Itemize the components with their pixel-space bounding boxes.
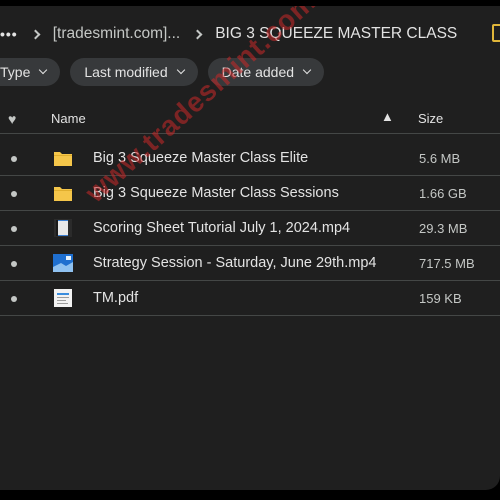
- filter-last-modified-label: Last modified: [84, 64, 168, 80]
- table-row[interactable]: Big 3 Squeeze Master Class Sessions 1.66…: [0, 176, 500, 211]
- heart-icon[interactable]: ♥: [8, 111, 16, 127]
- chevron-right-icon: [30, 29, 41, 39]
- chevron-down-icon: [39, 65, 48, 75]
- video-thumbnail-icon: [54, 219, 72, 237]
- breadcrumb: ••• [tradesmint.com]... BIG 3 SQUEEZE MA…: [0, 19, 500, 49]
- filter-date-added-label: Date added: [221, 64, 295, 80]
- table-row[interactable]: Big 3 Squeeze Master Class Elite 5.6 MB: [0, 141, 500, 176]
- file-browser-panel: ••• [tradesmint.com]... BIG 3 SQUEEZE MA…: [0, 6, 500, 490]
- breadcrumb-current[interactable]: BIG 3 SQUEEZE MASTER CLASS: [215, 25, 457, 43]
- folder-action-icon[interactable]: [492, 24, 500, 42]
- file-name: Scoring Sheet Tutorial July 1, 2024.mp4: [93, 220, 351, 236]
- folder-icon: [54, 187, 72, 201]
- filter-date-added-chip[interactable]: Date added: [207, 58, 325, 86]
- sort-ascending-icon[interactable]: ▲: [381, 109, 394, 124]
- bullet-icon: [11, 226, 17, 232]
- breadcrumb-parent[interactable]: [tradesmint.com]...: [53, 25, 180, 43]
- chevron-right-icon: [192, 29, 203, 39]
- file-size: 717.5 MB: [419, 256, 475, 271]
- bullet-icon: [11, 156, 17, 162]
- bullet-icon: [11, 191, 17, 197]
- table-row[interactable]: Strategy Session - Saturday, June 29th.m…: [0, 246, 500, 281]
- column-header-size[interactable]: Size: [418, 111, 443, 126]
- more-options-icon[interactable]: •••: [0, 26, 18, 42]
- filter-bar: Type Last modified Date added: [0, 58, 325, 88]
- filter-type-label: Type: [0, 64, 31, 80]
- column-header-name[interactable]: Name: [51, 111, 86, 126]
- file-size: 5.6 MB: [419, 151, 461, 166]
- chevron-down-icon: [176, 65, 185, 75]
- file-size: 1.66 GB: [419, 186, 467, 201]
- file-size: 159 KB: [419, 291, 462, 306]
- table-row[interactable]: Scoring Sheet Tutorial July 1, 2024.mp4 …: [0, 211, 500, 246]
- pdf-thumbnail-icon: [54, 289, 72, 307]
- video-thumbnail-icon: [53, 254, 73, 272]
- table-header: ♥ Name ▲ Size: [0, 104, 500, 134]
- file-name: Strategy Session - Saturday, June 29th.m…: [93, 255, 377, 271]
- bullet-icon: [11, 296, 17, 302]
- filter-last-modified-chip[interactable]: Last modified: [70, 58, 198, 86]
- bullet-icon: [11, 261, 17, 267]
- file-name: Big 3 Squeeze Master Class Elite: [93, 150, 309, 166]
- folder-icon: [54, 152, 72, 166]
- file-name: Big 3 Squeeze Master Class Sessions: [93, 185, 339, 201]
- file-size: 29.3 MB: [419, 221, 468, 236]
- filter-type-chip[interactable]: Type: [0, 58, 61, 86]
- chevron-down-icon: [302, 65, 312, 75]
- file-name: TM.pdf: [93, 290, 139, 306]
- table-row[interactable]: TM.pdf 159 KB: [0, 281, 500, 316]
